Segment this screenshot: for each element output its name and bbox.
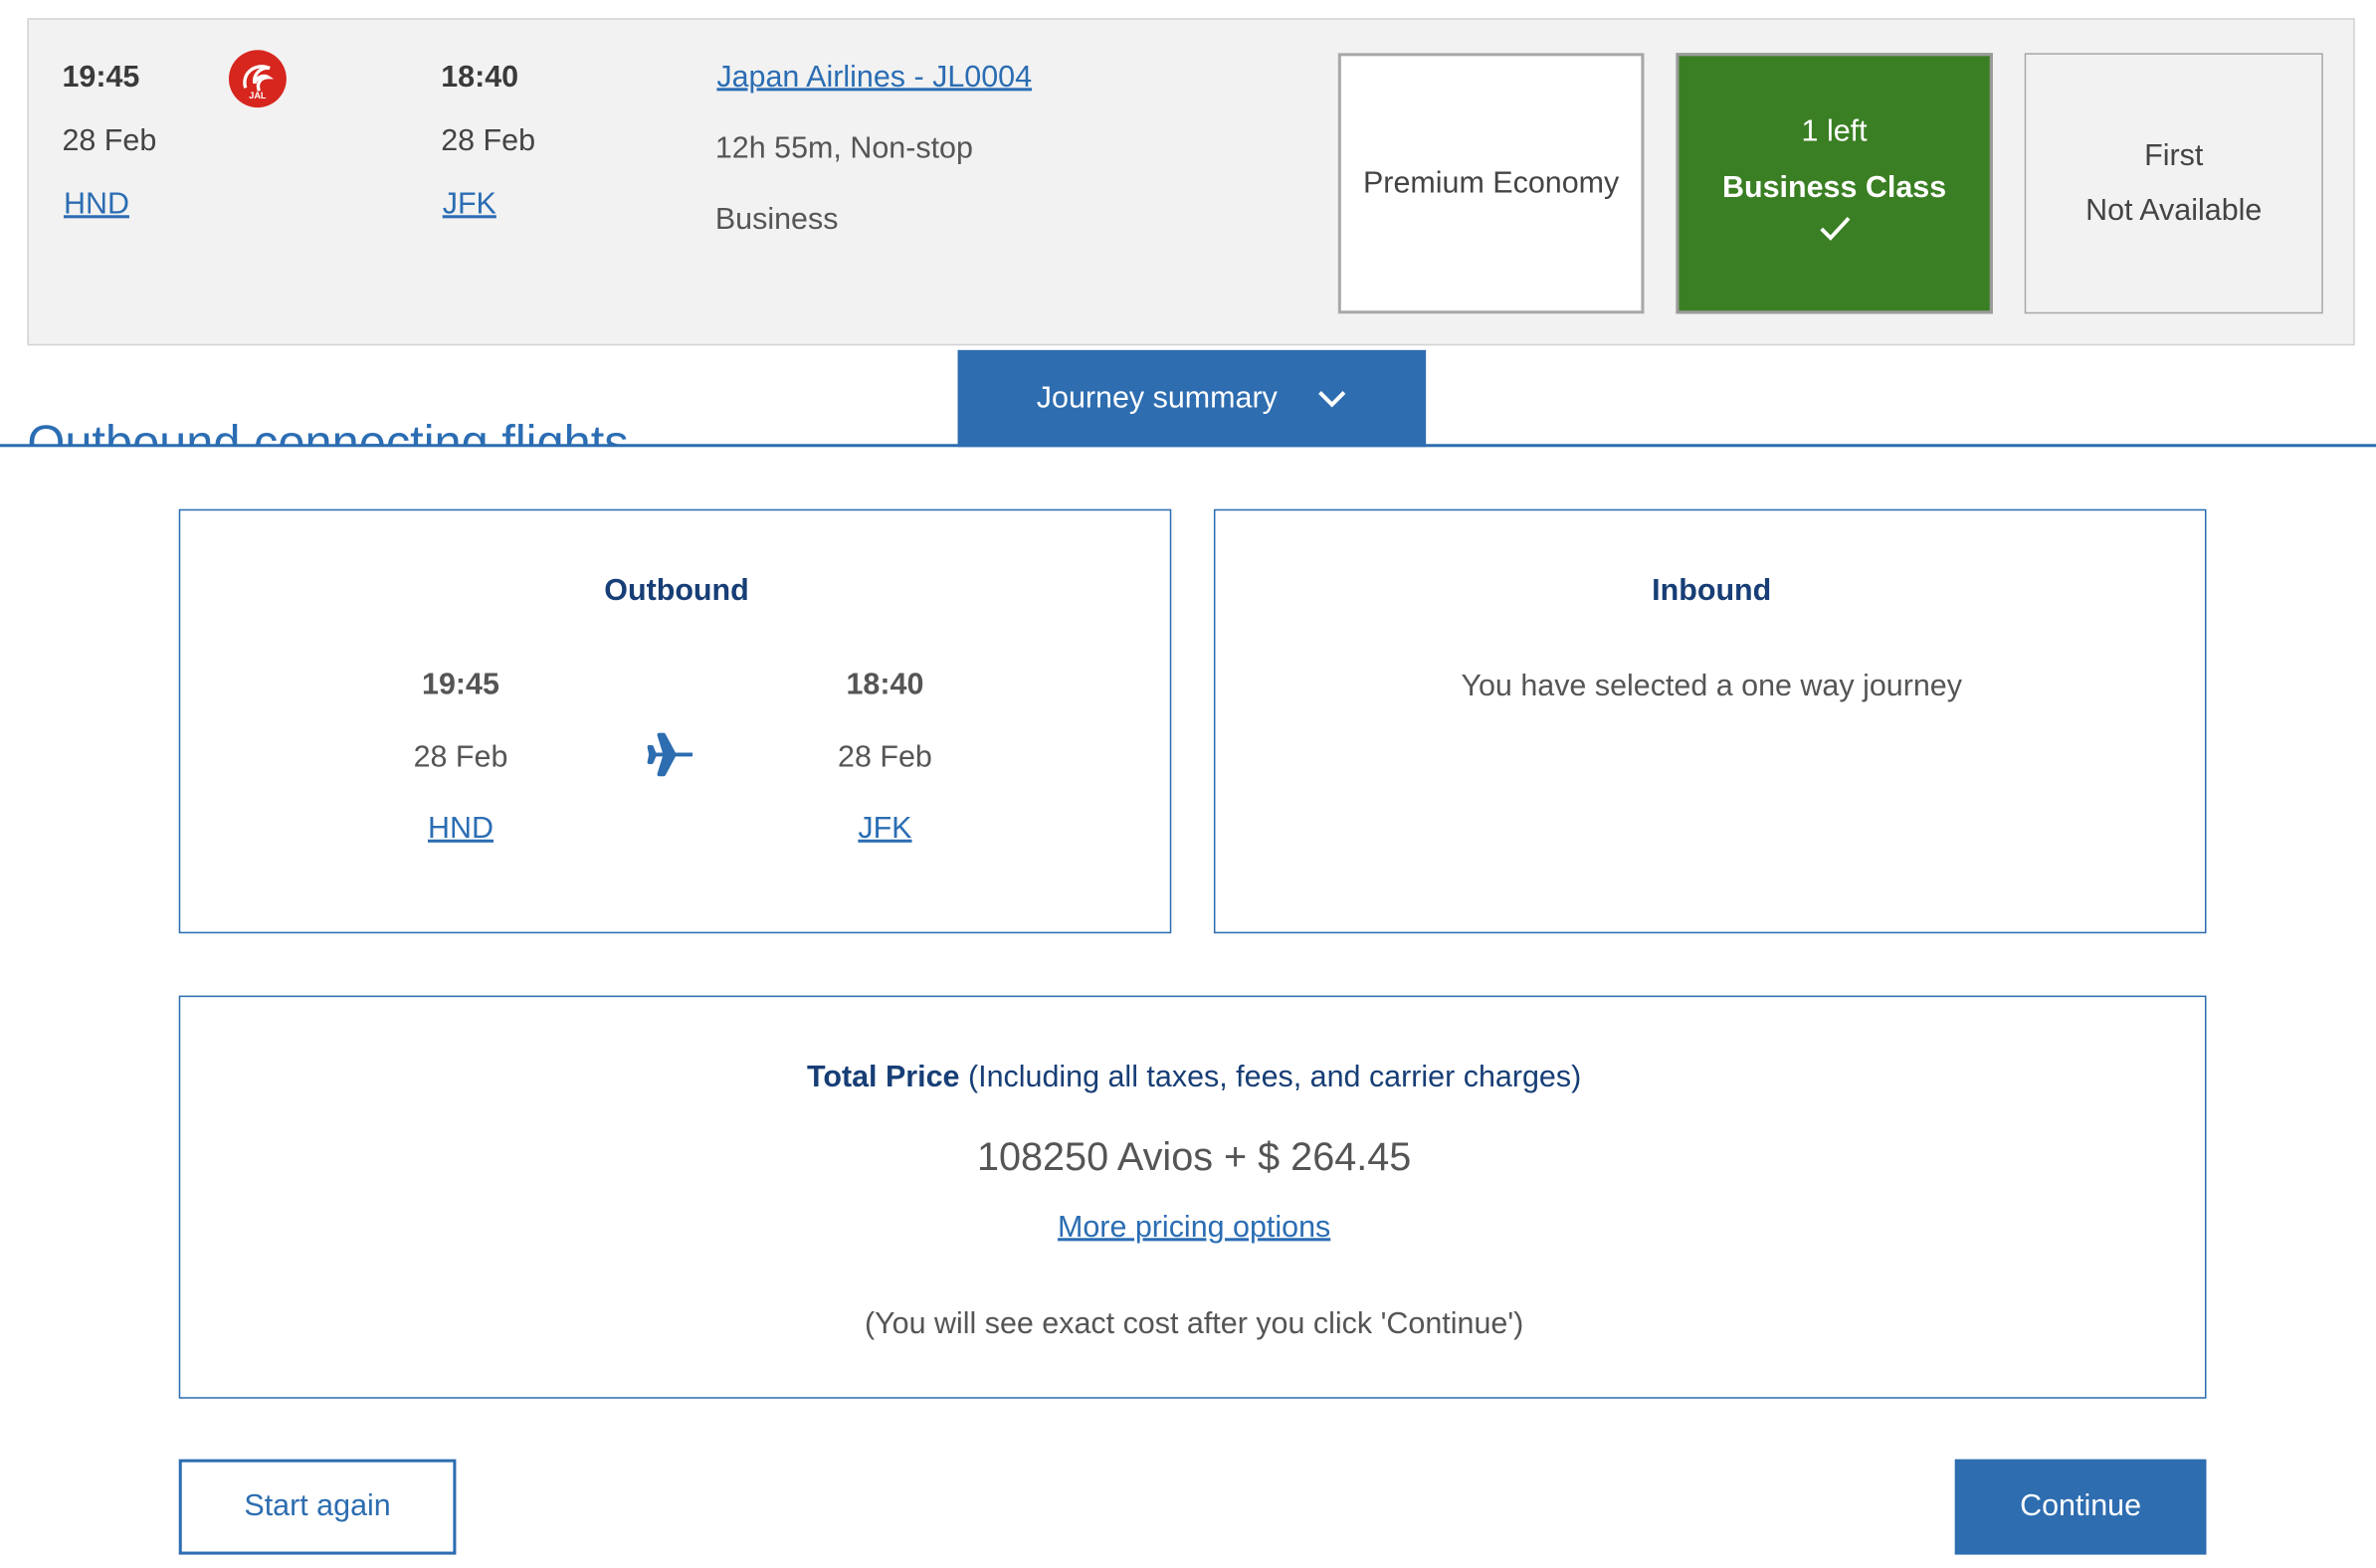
outbound-arrival-airport-link[interactable]: JFK xyxy=(809,812,960,847)
departure-airport-link[interactable]: HND xyxy=(64,188,129,223)
flight-duration: 12h 55m, Non-stop xyxy=(714,131,973,166)
inbound-message: You have selected a one way journey xyxy=(1461,670,1962,703)
total-price-note: (Including all taxes, fees, and carrier … xyxy=(967,1061,1582,1094)
total-price-label: Total Price xyxy=(806,1061,960,1094)
continue-button[interactable]: Continue xyxy=(1954,1459,2207,1555)
inbound-title: Inbound xyxy=(1652,574,1772,608)
outbound-departure-time: 19:45 xyxy=(422,668,499,702)
price-disclaimer: (You will see exact cost after you click… xyxy=(864,1307,1524,1341)
total-price-line: Total Price (Including all taxes, fees, … xyxy=(180,1061,2208,1095)
more-pricing-options-link[interactable]: More pricing options xyxy=(1058,1211,1330,1245)
cabin-first-label: First xyxy=(2144,139,2204,173)
journey-summary-label: Journey summary xyxy=(1036,381,1278,415)
cabin-first: First Not Available xyxy=(2024,53,2323,314)
cabin-business-selected[interactable]: 1 left Business Class xyxy=(1676,53,1993,314)
outbound-departure-date: 28 Feb xyxy=(413,740,508,775)
airplane-icon xyxy=(647,730,695,786)
cabin-premium-economy-label: Premium Economy xyxy=(1362,165,1620,200)
start-again-button[interactable]: Start again xyxy=(178,1459,457,1555)
total-price-amount: 108250 Avios + $ 264.45 xyxy=(976,1133,1412,1179)
jal-logo-text: JAL xyxy=(249,91,267,100)
outbound-departure-airport-link[interactable]: HND xyxy=(385,812,536,847)
journey-summary-tab[interactable]: Journey summary xyxy=(957,349,1427,448)
price-panel: Total Price (Including all taxes, fees, … xyxy=(178,995,2208,1399)
flight-cabin: Business xyxy=(714,203,839,237)
business-class-label: Business Class xyxy=(1721,171,1947,205)
airline-flight-link[interactable]: Japan Airlines - JL0004 xyxy=(716,61,1032,96)
chevron-down-icon xyxy=(1316,381,1346,416)
departure-time: 19:45 xyxy=(62,60,140,95)
business-availability: 1 left xyxy=(1801,114,1868,149)
inbound-panel: Inbound You have selected a one way jour… xyxy=(1213,508,2207,934)
outbound-panel: Outbound 19:45 28 Feb HND 18:40 28 Feb J… xyxy=(178,508,1172,934)
flight-option-row: 19:45 28 Feb HND JAL 18:40 28 Feb JFK Ja… xyxy=(27,18,2355,346)
arrival-date: 28 Feb xyxy=(441,123,536,158)
cabin-premium-economy[interactable]: Premium Economy xyxy=(1337,53,1645,314)
arrival-time: 18:40 xyxy=(441,60,519,95)
jal-logo-icon: JAL xyxy=(228,50,287,108)
checkmark-icon xyxy=(1818,215,1852,252)
departure-date: 28 Feb xyxy=(62,123,157,158)
outbound-arrival-date: 28 Feb xyxy=(838,740,932,775)
arrival-airport-link[interactable]: JFK xyxy=(443,188,496,223)
more-pricing-options-container: More pricing options xyxy=(180,1211,2208,1246)
outbound-title: Outbound xyxy=(604,574,749,608)
section-heading: Outbound connecting flights xyxy=(27,415,629,446)
cabin-first-status: Not Available xyxy=(2085,193,2263,228)
outbound-arrival-time: 18:40 xyxy=(846,668,924,702)
